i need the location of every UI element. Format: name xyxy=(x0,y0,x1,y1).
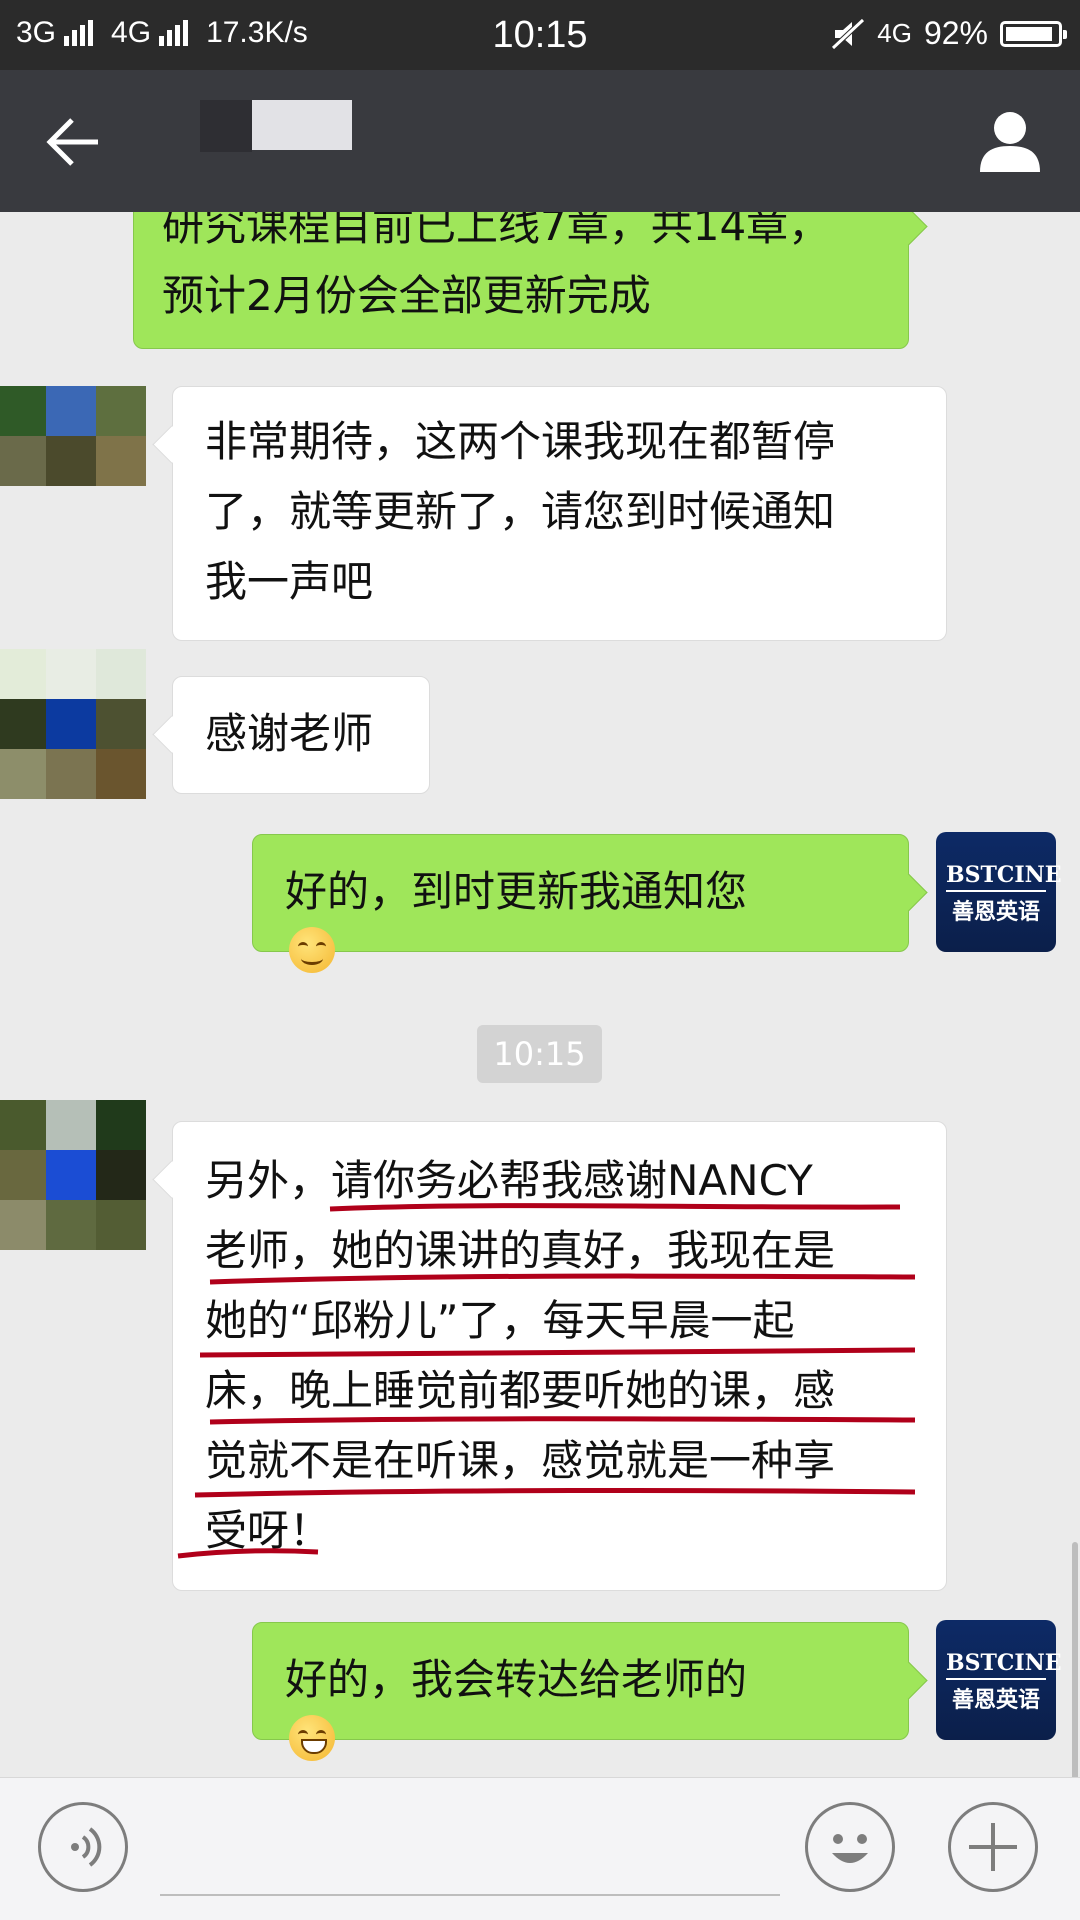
battery-fill xyxy=(1006,26,1052,41)
highlight-underline xyxy=(177,1548,319,1559)
emoji-icon xyxy=(832,1834,868,1863)
brand-name-en: BSTCINE xyxy=(946,1650,1062,1680)
person-icon[interactable] xyxy=(978,108,1042,174)
grin-emoji xyxy=(289,1715,335,1761)
input-bar xyxy=(0,1777,1080,1920)
highlight-underline xyxy=(199,1347,916,1358)
scrollbar[interactable] xyxy=(1072,1542,1078,1777)
mute-icon xyxy=(831,17,865,50)
status-right: 4G 92% xyxy=(831,15,1067,52)
avatar-self[interactable]: BSTCINE 善恩英语 xyxy=(936,1620,1062,1740)
chat-area[interactable]: 研究课程目前已上线7章，共14章， 预计2月份会全部更新完成 非常期待，这两个课… xyxy=(0,212,1080,1777)
voice-button[interactable] xyxy=(38,1802,128,1892)
battery-percent: 92% xyxy=(923,15,988,51)
network-type-3: 4G xyxy=(877,18,912,48)
title-blur-block xyxy=(200,100,252,152)
highlight-underline xyxy=(329,1203,901,1212)
status-bar: 3G 4G 17.3K/s 10:15 4G 92% xyxy=(0,0,1080,70)
highlight-underline xyxy=(209,1416,916,1425)
voice-icon xyxy=(71,1827,102,1867)
chat-header xyxy=(0,70,1080,212)
plus-icon xyxy=(969,1823,1017,1871)
highlight-underline xyxy=(194,1487,916,1498)
brand-name-cn: 善恩英语 xyxy=(951,1687,1040,1713)
highlight-underlines xyxy=(177,1203,916,1559)
chat-title-blurred xyxy=(200,100,352,152)
message-input[interactable] xyxy=(160,1894,780,1896)
message-text: 好的，我会转达给老师的 xyxy=(285,1655,748,1704)
highlight-underline xyxy=(209,1273,916,1285)
emoji-button[interactable] xyxy=(805,1802,895,1892)
message-bubble-sent[interactable]: 好的，我会转达给老师的 xyxy=(252,1622,909,1761)
arrow-left-icon[interactable] xyxy=(44,114,104,170)
battery-icon xyxy=(1000,20,1067,47)
title-blur-block xyxy=(252,100,352,150)
add-button[interactable] xyxy=(948,1802,1038,1892)
